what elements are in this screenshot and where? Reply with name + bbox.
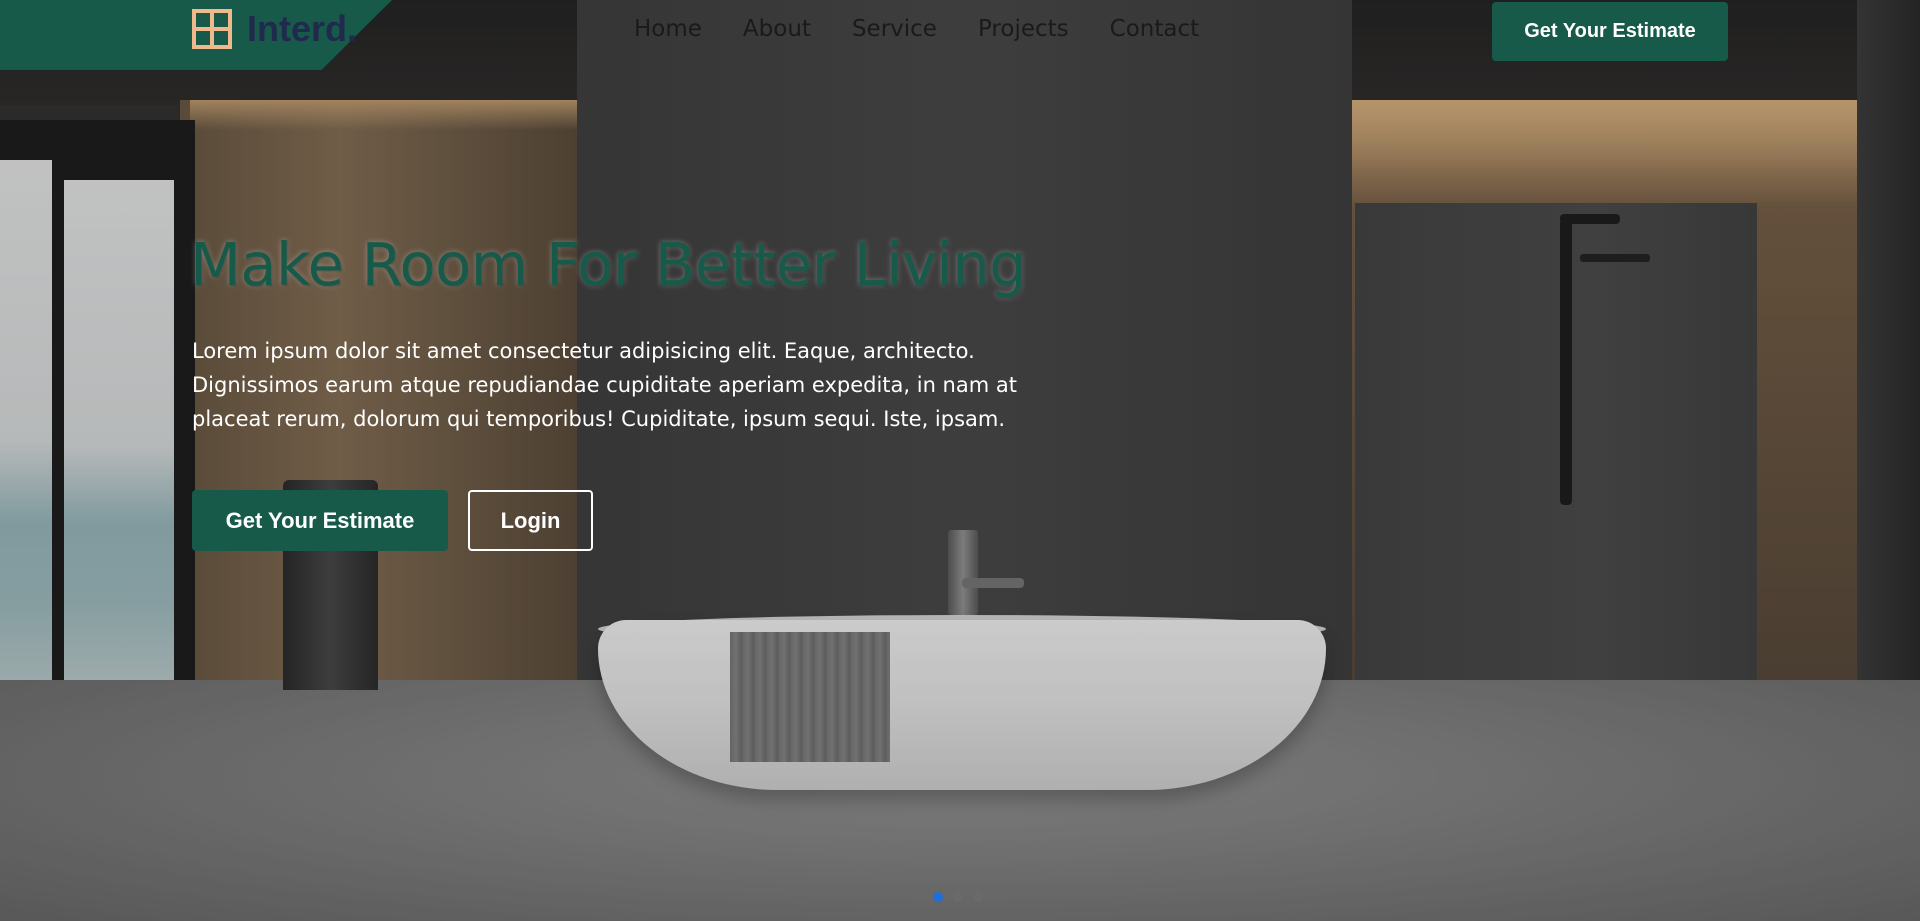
get-estimate-button[interactable]: Get Your Estimate [192, 490, 448, 551]
carousel-dot[interactable] [953, 892, 963, 902]
hero-title: Make Room For Better Living [190, 230, 1027, 299]
get-estimate-nav-button[interactable]: Get Your Estimate [1492, 2, 1728, 61]
hero-description: Lorem ipsum dolor sit amet consectetur a… [192, 339, 1017, 431]
logo-link[interactable]: Interd. [192, 8, 357, 50]
nav-item-contact[interactable]: Contact [1110, 16, 1199, 42]
hero-background-image [0, 0, 1920, 921]
hero-actions: Get Your Estimate Login [192, 490, 593, 551]
nav-item-projects[interactable]: Projects [978, 16, 1069, 42]
main-nav: Home About Service Projects Contact [634, 16, 1199, 42]
hero-overlay [0, 0, 1920, 921]
window-grid-icon [192, 9, 232, 49]
nav-item-home[interactable]: Home [634, 16, 702, 42]
logo-text: Interd. [247, 8, 358, 49]
carousel-indicators [933, 892, 983, 902]
nav-item-service[interactable]: Service [852, 16, 937, 42]
carousel-dot[interactable] [933, 892, 943, 902]
nav-item-about[interactable]: About [743, 16, 811, 42]
login-button[interactable]: Login [468, 490, 593, 551]
carousel-dot[interactable] [973, 892, 983, 902]
